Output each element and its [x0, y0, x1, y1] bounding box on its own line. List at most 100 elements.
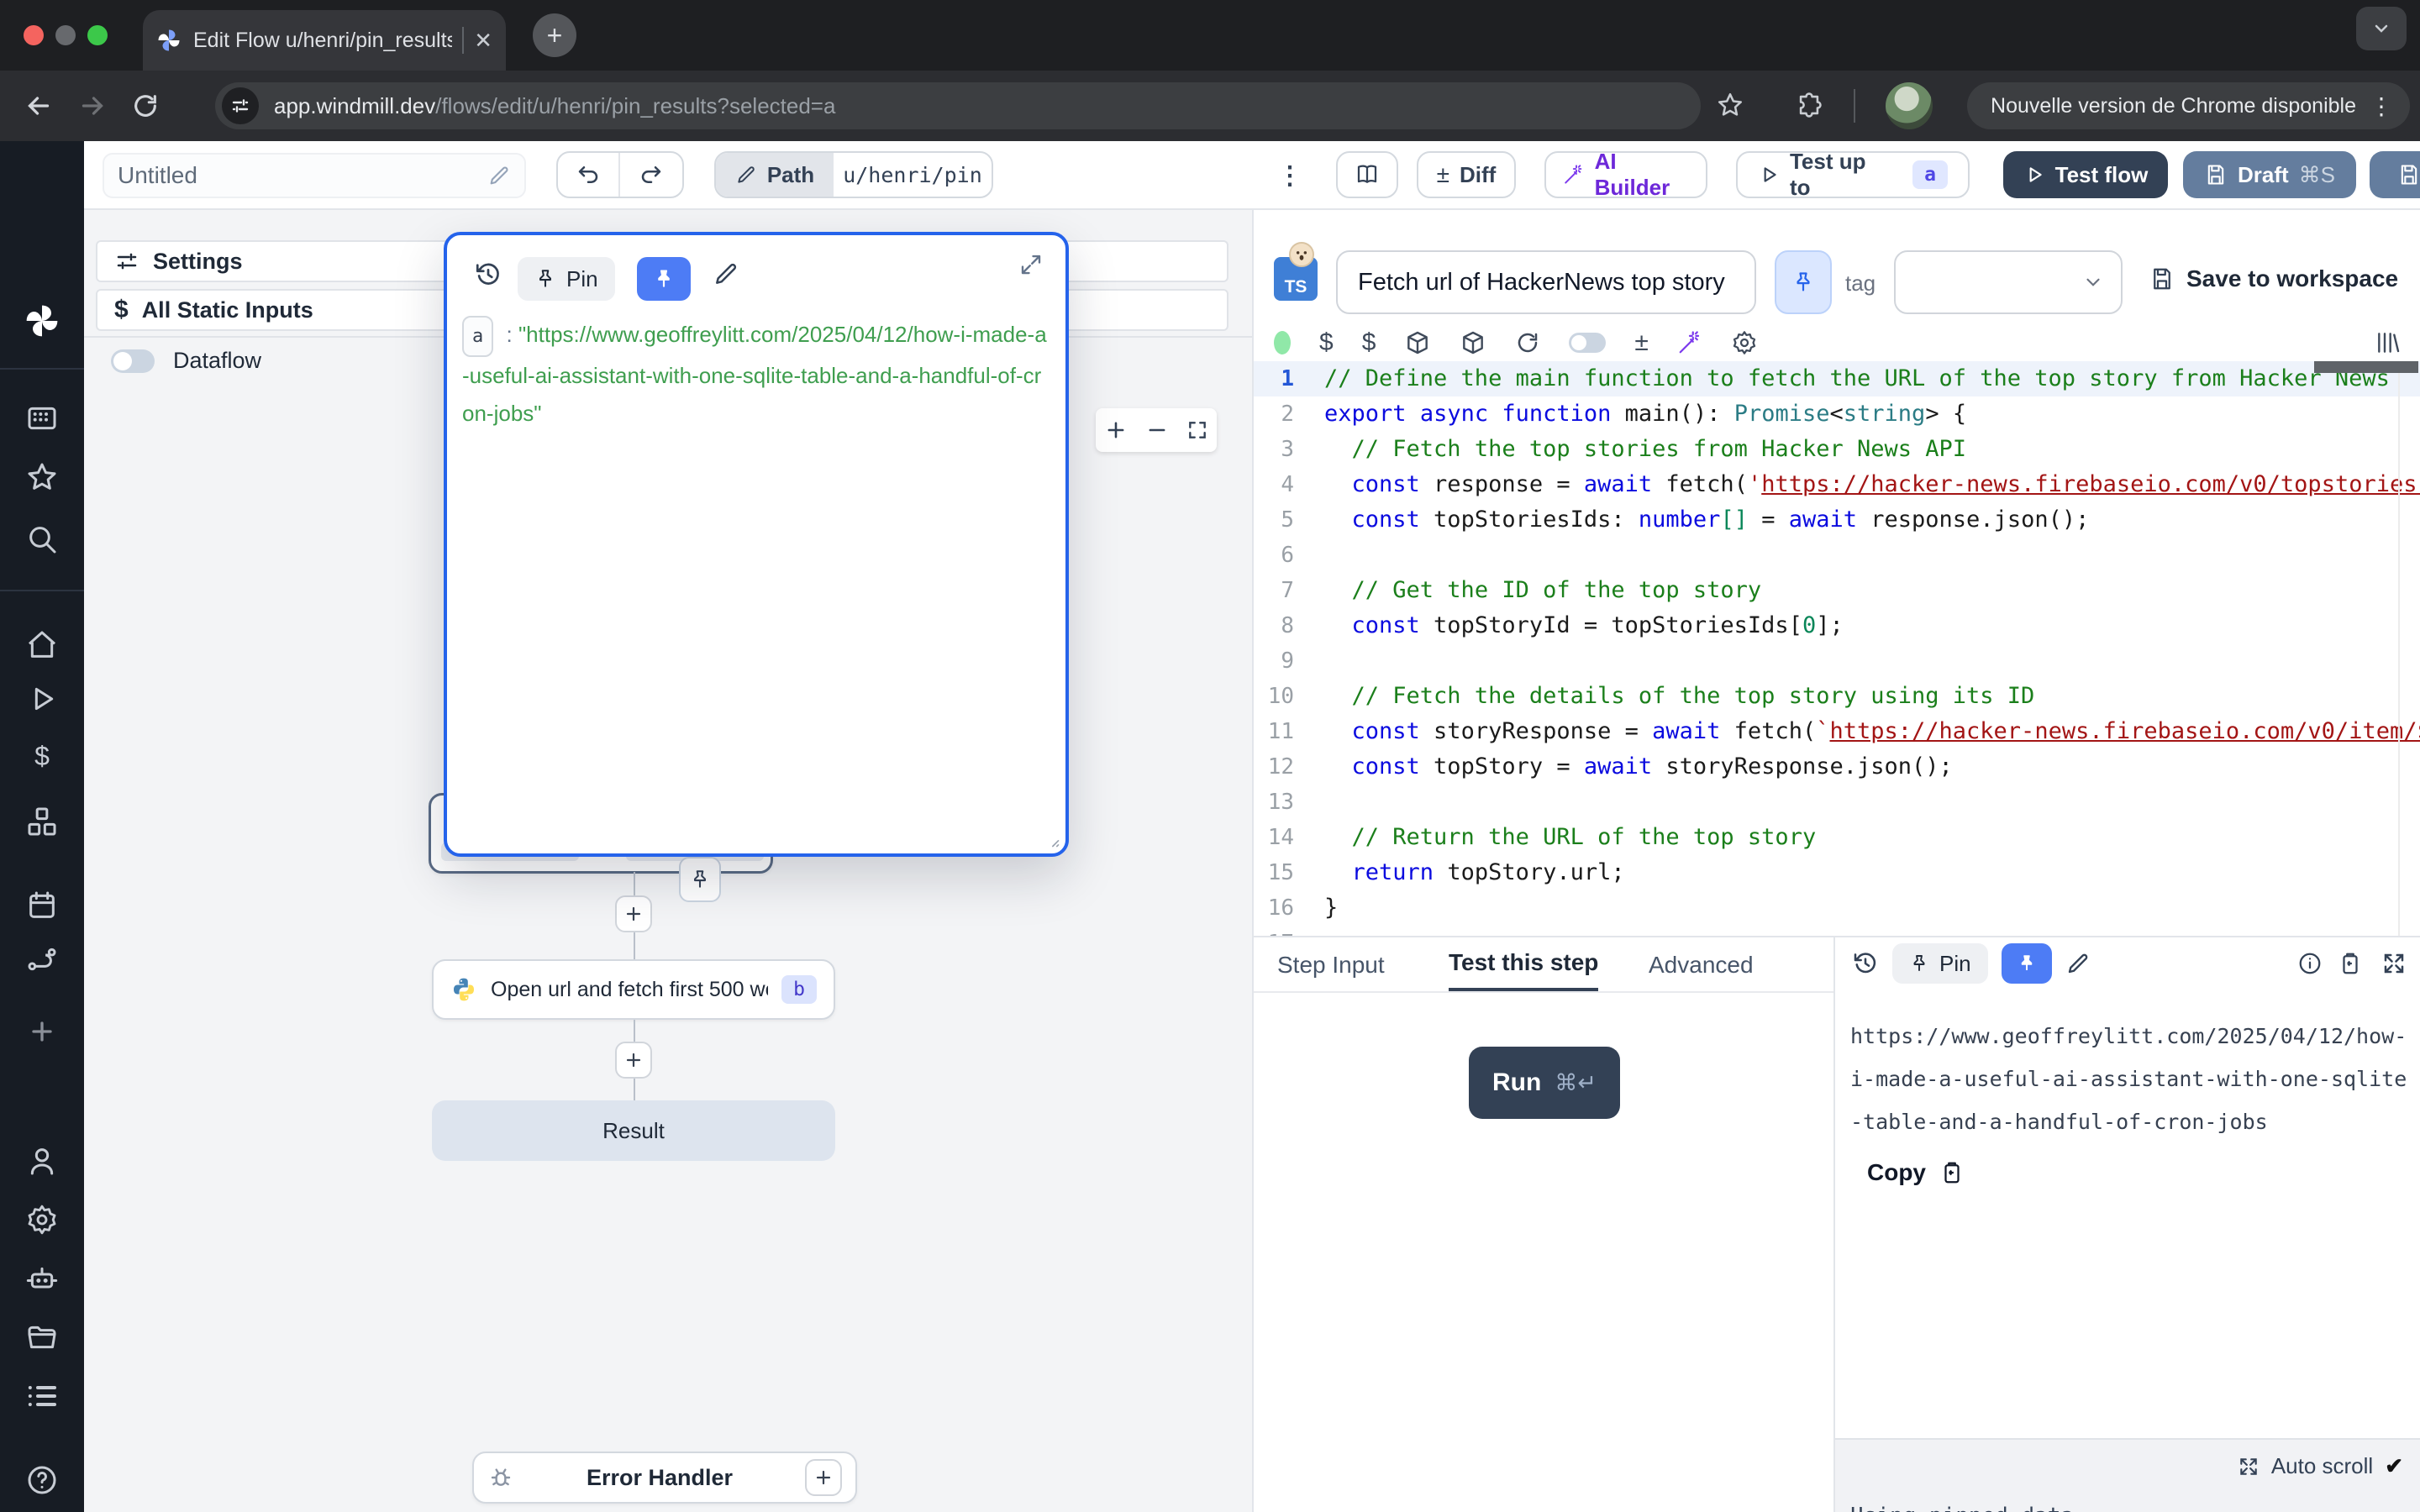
save-to-workspace-button[interactable]: Save to workspace	[2149, 265, 2398, 292]
code-line[interactable]: 17	[1254, 926, 2420, 936]
history-icon[interactable]	[1852, 950, 1879, 977]
window-close-button[interactable]	[24, 25, 44, 45]
test-up-to-button[interactable]: Test up to a	[1736, 151, 1970, 198]
browser-menu-kebab-icon[interactable]: ⋮	[2370, 92, 2393, 120]
copy-button[interactable]: Copy	[1867, 1159, 1965, 1186]
ai-builder-button[interactable]: AI Builder	[1544, 151, 1707, 198]
home-icon[interactable]	[25, 628, 59, 662]
path-button[interactable]: Path u/henri/pin	[714, 151, 993, 198]
variables-dollar-icon[interactable]: $	[1319, 328, 1334, 357]
code-line[interactable]: 4 const response = await fetch('https://…	[1254, 467, 2420, 502]
history-icon[interactable]	[474, 260, 502, 289]
profile-avatar[interactable]	[1886, 82, 1933, 129]
code-line[interactable]: 11 const storyResponse = await fetch(`ht…	[1254, 714, 2420, 749]
test-flow-button[interactable]: Test flow	[2003, 151, 2168, 198]
browser-tab[interactable]: Edit Flow u/henri/pin_results ✕	[143, 10, 506, 71]
search-icon[interactable]	[25, 522, 59, 556]
editor-toggle[interactable]	[1569, 333, 1606, 353]
pin-button[interactable]: Pin	[518, 257, 615, 301]
folders-icon[interactable]	[25, 1320, 59, 1354]
users-icon[interactable]	[25, 1144, 59, 1178]
code-line[interactable]: 9	[1254, 643, 2420, 679]
edit-pencil-icon[interactable]	[713, 260, 739, 287]
tab-step-input[interactable]: Step Input	[1277, 937, 1385, 993]
add-error-handler-button[interactable]	[805, 1459, 842, 1496]
fullscreen-icon[interactable]	[2381, 951, 2407, 976]
site-info-icon[interactable]	[222, 87, 259, 124]
node-pin-badge[interactable]	[679, 857, 721, 902]
draft-button[interactable]: Draft⌘S	[2183, 151, 2356, 198]
zoom-in-icon[interactable]	[1104, 418, 1128, 442]
workspace-icon[interactable]	[25, 402, 59, 435]
code-line[interactable]: 6	[1254, 538, 2420, 573]
add-icon[interactable]	[25, 1015, 59, 1048]
pin-active-button[interactable]	[2002, 943, 2052, 984]
info-icon[interactable]	[2297, 951, 2323, 976]
tab-test-this-step[interactable]: Test this step	[1449, 937, 1598, 993]
diff-plusminus-icon[interactable]: ±	[1634, 328, 1648, 357]
add-step-button[interactable]	[615, 1042, 652, 1079]
result-node[interactable]: Result	[432, 1100, 835, 1161]
code-line[interactable]: 2export async function main(): Promise<s…	[1254, 396, 2420, 432]
resources-icon[interactable]	[25, 805, 59, 838]
edit-pencil-icon[interactable]	[2065, 951, 2091, 976]
code-line[interactable]: 7 // Get the ID of the top story	[1254, 573, 2420, 608]
expand-popup-icon[interactable]	[1018, 252, 1044, 277]
flow-name-input[interactable]: Untitled	[103, 153, 526, 198]
code-line[interactable]: 8 const topStoryId = topStoriesIds[0];	[1254, 608, 2420, 643]
favorites-star-icon[interactable]	[25, 460, 59, 494]
package-icon[interactable]	[1460, 329, 1486, 356]
forward-icon[interactable]	[77, 91, 108, 121]
diff-button[interactable]: ±Diff	[1417, 151, 1516, 198]
variables-icon[interactable]: $	[25, 741, 59, 774]
ai-wand-icon[interactable]	[1677, 330, 1702, 355]
back-icon[interactable]	[24, 91, 54, 121]
docs-book-button[interactable]	[1336, 151, 1398, 198]
address-bar[interactable]: app.windmill.dev/flows/edit/u/henri/pin_…	[215, 82, 1701, 129]
more-options-kebab-icon[interactable]: ⋮	[1277, 161, 1302, 191]
code-line[interactable]: 10 // Fetch the details of the top story…	[1254, 679, 2420, 714]
audit-logs-icon[interactable]	[25, 1379, 59, 1413]
window-zoom-button[interactable]	[87, 25, 108, 45]
add-step-button[interactable]	[615, 895, 652, 932]
package-icon[interactable]	[1404, 329, 1431, 356]
window-minimize-button[interactable]	[55, 25, 76, 45]
step-title-input[interactable]: Fetch url of HackerNews top story	[1336, 250, 1756, 314]
tag-select[interactable]	[1894, 250, 2123, 314]
workers-icon[interactable]	[25, 1262, 59, 1295]
resources-dollar-icon[interactable]: $	[1362, 328, 1376, 357]
code-editor[interactable]: 1// Define the main function to fetch th…	[1254, 361, 2420, 936]
deploy-button[interactable]: Deploy	[2370, 151, 2420, 198]
editor-settings-gear-icon[interactable]	[1731, 329, 1758, 356]
resize-handle[interactable]	[1044, 832, 1060, 848]
zoom-out-icon[interactable]	[1145, 418, 1169, 442]
reload-icon[interactable]	[131, 92, 160, 120]
flow-node-b[interactable]: Open url and fetch first 500 words of ..…	[432, 959, 835, 1020]
new-tab-button[interactable]: +	[533, 13, 576, 57]
chrome-update-button[interactable]: Nouvelle version de Chrome disponible ⋮	[1967, 82, 2410, 129]
code-line[interactable]: 12 const topStory = await storyResponse.…	[1254, 749, 2420, 785]
library-icon[interactable]	[2375, 329, 2402, 356]
editor-scrollbar-thumb[interactable]	[2314, 361, 2418, 373]
tab-advanced[interactable]: Advanced	[1649, 937, 1754, 993]
settings-gear-icon[interactable]	[25, 1203, 59, 1236]
windmill-logo[interactable]	[24, 302, 60, 339]
error-handler-node[interactable]: Error Handler	[472, 1452, 857, 1504]
help-icon[interactable]	[25, 1463, 59, 1497]
runs-icon[interactable]	[25, 682, 59, 716]
extensions-icon[interactable]	[1795, 91, 1823, 119]
edit-name-pencil-icon[interactable]	[487, 164, 511, 187]
flows-icon[interactable]	[25, 942, 59, 976]
code-line[interactable]: 5 const topStoriesIds: number[] = await …	[1254, 502, 2420, 538]
undo-icon[interactable]	[558, 153, 620, 197]
tab-search-chevron-icon[interactable]	[2356, 7, 2407, 50]
dataflow-toggle[interactable]	[111, 349, 155, 373]
schedules-icon[interactable]	[25, 889, 59, 922]
tab-close-icon[interactable]: ✕	[474, 28, 492, 54]
code-line[interactable]: 3 // Fetch the top stories from Hacker N…	[1254, 432, 2420, 467]
pin-active-button[interactable]	[637, 257, 691, 301]
bookmark-star-icon[interactable]	[1716, 91, 1744, 119]
code-line[interactable]: 15 return topStory.url;	[1254, 855, 2420, 890]
run-button[interactable]: Run ⌘↵	[1469, 1047, 1620, 1119]
step-pin-button[interactable]	[1775, 250, 1832, 314]
